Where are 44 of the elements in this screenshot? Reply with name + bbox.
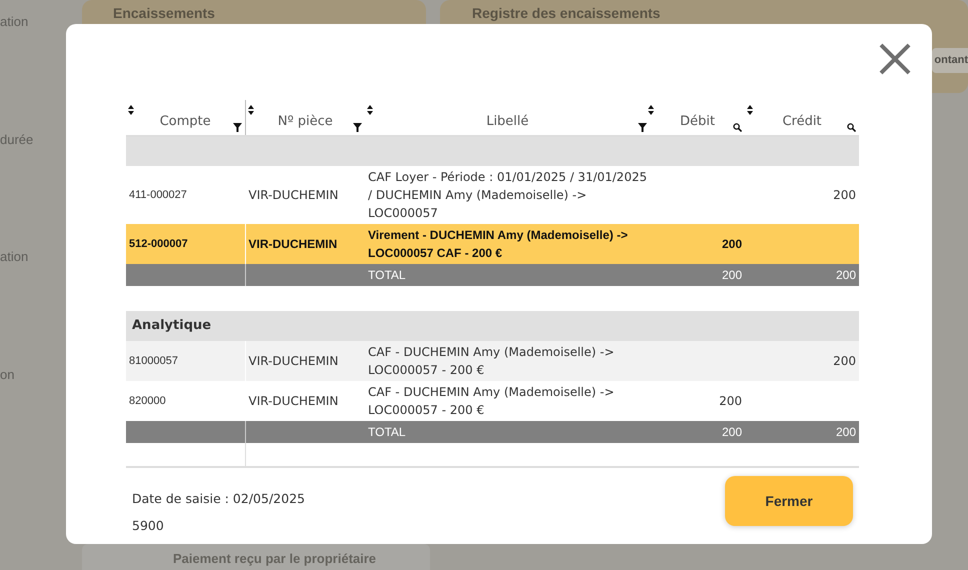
sort-icon[interactable] (747, 105, 753, 115)
table-cell: 200 (745, 166, 859, 224)
column-header[interactable]: Nº pièce (278, 114, 333, 130)
table-cell: Virement - DUCHEMIN Amy (Mademoiselle) -> LOC000057 CAF - 200 € (365, 224, 650, 264)
filter-icon[interactable] (232, 123, 242, 132)
close-icon[interactable] (878, 42, 912, 76)
column-header[interactable]: Débit (680, 114, 715, 130)
table-cell: 200 (745, 341, 859, 381)
table-cell: VIR-DUCHEMIN (245, 381, 365, 421)
filter-icon[interactable] (638, 123, 647, 132)
sort-icon[interactable] (367, 105, 373, 115)
card-title: Encaissements (113, 5, 216, 21)
card-title: Registre des encaissements (472, 5, 662, 21)
entry-number: 5900 (132, 516, 165, 535)
column-button[interactable]: ontant (932, 48, 968, 72)
column-header[interactable]: Crédit (782, 114, 822, 130)
table-cell: 512-000007 (126, 224, 245, 264)
close-button[interactable]: Fermer (725, 476, 853, 526)
total-cell: TOTAL (365, 421, 650, 443)
column-header[interactable]: Compte (160, 114, 211, 130)
card-title: Paiement reçu par le propriétaire (173, 551, 376, 566)
column-header[interactable]: Libellé (486, 114, 529, 130)
section-header: Analytique (126, 311, 859, 341)
table-cell: CAF - DUCHEMIN Amy (Mademoiselle) -> LOC000057 - 200 € (365, 341, 650, 381)
total-cell: 200 (650, 421, 745, 443)
table-cell: VIR-DUCHEMIN (245, 166, 365, 224)
search-icon[interactable] (847, 123, 856, 132)
sort-icon[interactable] (128, 105, 134, 115)
total-cell: 200 (745, 421, 859, 443)
table-cell: 81000057 (126, 341, 245, 381)
sort-icon[interactable] (648, 105, 654, 115)
table-cell: CAF Loyer - Période : 01/01/2025 / 31/01/2025 / DUCHEMIN Amy (Mademoiselle) -> LOC000057 (365, 166, 650, 224)
table-cell: VIR-DUCHEMIN (245, 341, 365, 381)
total-cell: TOTAL (365, 264, 650, 286)
sort-icon[interactable] (248, 105, 254, 115)
entry-date: Date de saisie : 02/05/2025 (132, 490, 305, 508)
total-cell: 200 (745, 264, 859, 286)
filter-icon[interactable] (353, 123, 362, 132)
table-cell: 200 (650, 224, 745, 264)
table-cell: 200 (650, 381, 745, 421)
table-cell: CAF - DUCHEMIN Amy (Mademoiselle) -> LOC000057 - 200 € (365, 381, 650, 421)
table-cell: VIR-DUCHEMIN (245, 224, 365, 264)
total-cell: 200 (650, 264, 745, 286)
search-icon[interactable] (733, 123, 742, 132)
